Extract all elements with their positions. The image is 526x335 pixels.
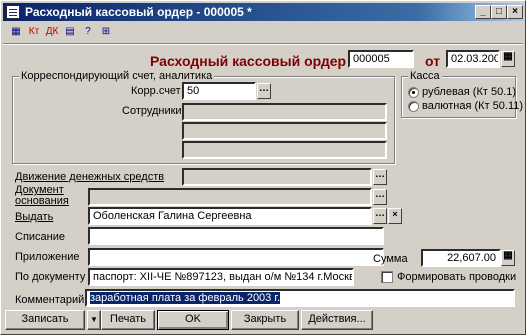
radio-val[interactable] <box>408 101 419 112</box>
comment-field[interactable]: заработная плата за февраль 2003 г. <box>85 289 515 307</box>
corr-account-field[interactable]: 50 <box>182 82 256 100</box>
attachment-label: Приложение <box>15 251 80 263</box>
issue-clear-button[interactable]: × <box>388 208 402 224</box>
post-entries-checkbox[interactable] <box>381 271 393 283</box>
question-icon[interactable]: ? <box>81 25 95 39</box>
doc-basis-field[interactable] <box>88 188 372 206</box>
date-field[interactable]: 02.03.2003 <box>446 50 500 68</box>
radio-rub-label[interactable]: рублевая (Кт 50.1) <box>422 86 516 99</box>
issue-select-button[interactable]: … <box>373 208 387 224</box>
by-doc-field[interactable]: паспорт: XII-ЧЕ №897123, выдан о/м №134 … <box>88 268 354 286</box>
minimize-button[interactable]: _ <box>475 5 491 19</box>
ok-button[interactable]: OK <box>157 310 229 330</box>
radio-val-label[interactable]: валютная (Кт 50.11) <box>422 100 523 113</box>
by-doc-label: По документу <box>15 271 86 283</box>
radio-rub[interactable] <box>408 87 419 98</box>
corr-account-label: Корр.счет <box>131 85 181 97</box>
print-button[interactable]: Печать <box>101 310 155 330</box>
calendar-icon[interactable]: ▦ <box>9 25 23 39</box>
print-dropdown-button[interactable]: ▼ <box>87 310 101 330</box>
amount-field[interactable]: 22,607.00 <box>421 249 501 267</box>
subconto-field-3[interactable] <box>182 141 387 159</box>
actions-button[interactable]: Действия... <box>301 310 373 330</box>
maximize-button[interactable]: □ <box>491 5 507 19</box>
subconto-field-2[interactable] <box>182 122 387 140</box>
kassa-group-title: Касса <box>408 70 442 82</box>
toolbar-separator <box>3 43 523 45</box>
window-title: Расходный кассовый ордер - 000005 * <box>25 5 252 19</box>
calendar-picker-button[interactable]: ▦ <box>501 51 515 67</box>
corr-group-title: Корреспондирующий счет, аналитика <box>19 70 215 82</box>
amount-label: Сумма <box>373 253 408 265</box>
movement-field[interactable] <box>182 168 372 186</box>
comment-label: Комментарий <box>15 294 85 306</box>
doc-basis-label-2: основания <box>15 195 69 207</box>
write-off-label: Списание <box>15 231 65 243</box>
movement-select-button[interactable]: … <box>373 169 387 185</box>
hierarchy-icon[interactable]: ⊞ <box>99 25 113 39</box>
document-icon <box>6 5 20 19</box>
date-label: от <box>425 53 441 69</box>
document-window: Расходный кассовый ордер - 000005 * _ □ … <box>0 0 526 335</box>
subconto-field-1[interactable] <box>182 103 387 121</box>
write-off-field[interactable] <box>88 227 384 245</box>
title-bar[interactable]: Расходный кассовый ордер - 000005 * _ □ … <box>3 3 523 21</box>
doc-basis-select-button[interactable]: … <box>373 189 387 205</box>
corr-account-select-button[interactable]: … <box>257 83 271 99</box>
post-entries-label[interactable]: Формировать проводки <box>397 271 516 284</box>
attachment-field[interactable] <box>88 248 384 266</box>
subconto-label: Сотрудники <box>122 105 182 117</box>
movement-label: Движение денежных средств <box>15 171 165 183</box>
dt-kt-icon[interactable]: ДК <box>45 25 59 39</box>
document-number-field[interactable]: 000005 <box>348 50 414 68</box>
close-form-button[interactable]: Закрыть <box>231 310 299 330</box>
issue-label: Выдать <box>15 211 54 223</box>
close-button[interactable]: × <box>507 5 523 19</box>
kt-icon[interactable]: Кт <box>27 25 41 39</box>
calculator-button[interactable]: ▦ <box>501 250 515 266</box>
record-button[interactable]: Записать <box>5 310 85 330</box>
document-heading: Расходный кассовый ордер № <box>150 53 366 69</box>
issue-field[interactable]: Оболенская Галина Сергеевна <box>88 207 372 225</box>
table-icon[interactable]: ▤ <box>63 25 77 39</box>
